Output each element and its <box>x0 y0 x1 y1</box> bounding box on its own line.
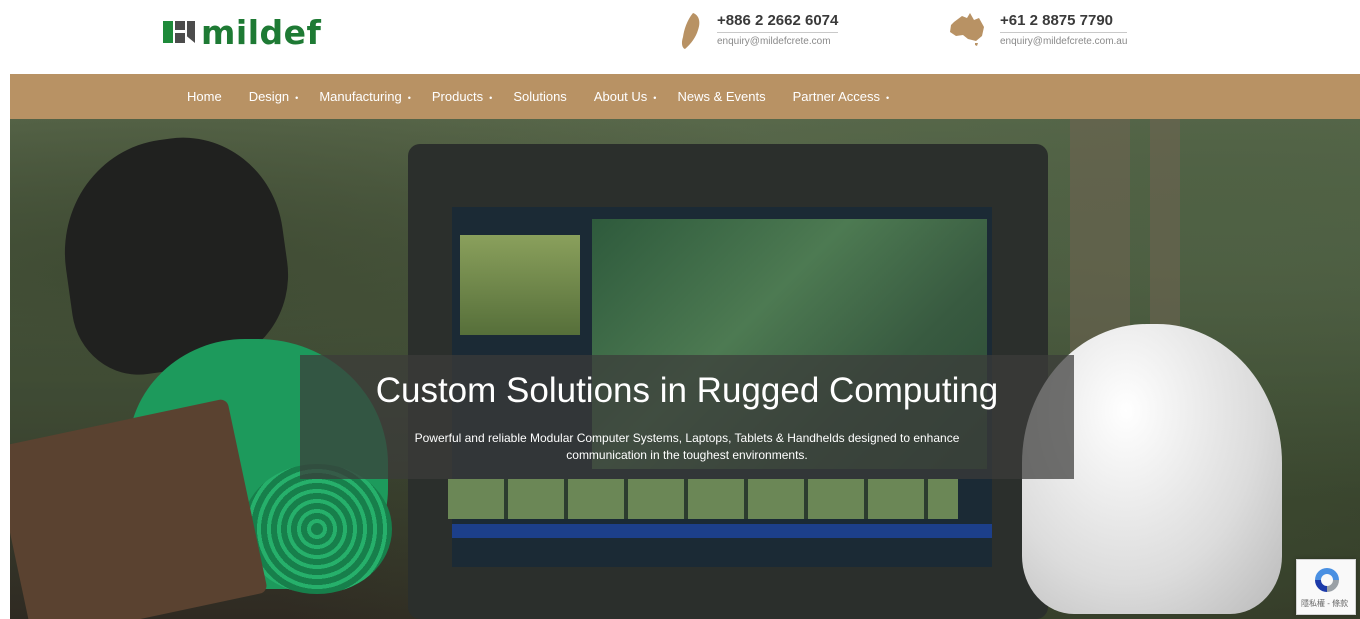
contact-australia: +61 2 8875 7790 enquiry@mildefcrete.com.… <box>948 12 1128 47</box>
hero-screen-filmstrip-image <box>448 479 958 519</box>
email-taiwan[interactable]: enquiry@mildefcrete.com <box>717 36 838 47</box>
hero-screen-taskbar <box>452 524 992 538</box>
nav-item-news-events[interactable]: News & Events <box>677 89 771 104</box>
phone-number-taiwan[interactable]: +886 2 2662 6074 <box>717 12 839 33</box>
hero-banner: Custom Solutions in Rugged Computing Pow… <box>10 119 1360 619</box>
hero-caption: Custom Solutions in Rugged Computing Pow… <box>300 355 1074 479</box>
recaptcha-terms-link[interactable]: 隱私權 - 條款 <box>1301 598 1348 609</box>
australia-map-icon <box>950 13 984 46</box>
nav-item-solutions[interactable]: Solutions <box>513 89 572 104</box>
nav-item-design[interactable]: Design • <box>249 89 299 104</box>
mildef-logo-mark-icon <box>163 19 197 45</box>
dropdown-caret-icon: • <box>295 92 299 103</box>
logo-text: mildef <box>201 12 322 52</box>
hero-screen-thumbnail-image <box>460 235 580 335</box>
hero-title: Custom Solutions in Rugged Computing <box>375 371 999 410</box>
mildef-logo[interactable]: mildef <box>163 12 321 52</box>
main-nav: Home Design • Manufacturing • Products • So… <box>10 74 1360 119</box>
dropdown-caret-icon: • <box>886 92 890 103</box>
taiwan-map-icon <box>681 13 700 49</box>
nav-item-products[interactable]: Products • <box>432 89 492 104</box>
hero-subtitle: Powerful and reliable Modular Computer S… <box>414 431 960 463</box>
site-header: mildef +886 2 2662 6074 enquiry@mildefcr… <box>0 0 1360 74</box>
phone-number-australia[interactable]: +61 2 8875 7790 <box>1000 12 1128 33</box>
contact-taiwan: +886 2 2662 6074 enquiry@mildefcrete.com <box>679 12 839 50</box>
hero-tree-trunk <box>1150 119 1180 339</box>
nav-item-home[interactable]: Home <box>187 89 228 104</box>
recaptcha-badge[interactable]: 隱私權 - 條款 <box>1296 559 1356 615</box>
dropdown-caret-icon: • <box>653 92 657 103</box>
hero-log-image <box>10 398 268 619</box>
nav-item-manufacturing[interactable]: Manufacturing • <box>319 89 411 104</box>
nav-item-about-us[interactable]: About Us • <box>594 89 657 104</box>
dropdown-caret-icon: • <box>407 92 411 103</box>
email-australia[interactable]: enquiry@mildefcrete.com.au <box>1000 36 1127 47</box>
recaptcha-icon <box>1315 568 1339 592</box>
hero-blower-grill-image <box>242 464 392 594</box>
dropdown-caret-icon: • <box>489 92 493 103</box>
nav-item-partner-access[interactable]: Partner Access • <box>793 89 890 104</box>
